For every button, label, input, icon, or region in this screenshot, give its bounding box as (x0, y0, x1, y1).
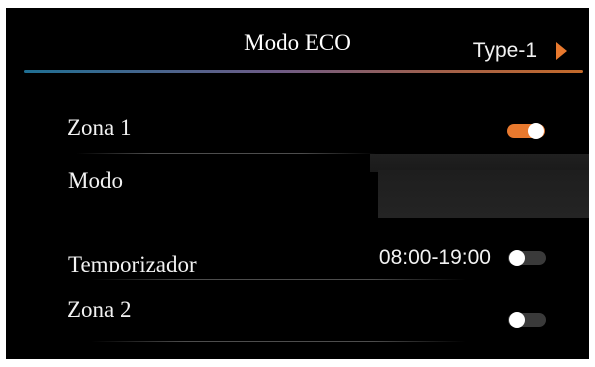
timer-value[interactable]: 08:00-19:00 (379, 245, 491, 271)
temporizador-toggle[interactable] (508, 250, 546, 266)
zona1-label: Zona 1 (67, 115, 132, 140)
mode-value: Type-1 (472, 39, 537, 62)
toggle-knob (509, 312, 525, 328)
zona1-toggle[interactable] (507, 123, 545, 139)
toggle-knob (528, 123, 544, 139)
arrow-right-icon[interactable] (556, 42, 567, 60)
toggle-knob (509, 250, 525, 266)
zona2-toggle[interactable] (508, 312, 546, 328)
modo-label: Modo (68, 168, 123, 193)
row-divider (91, 341, 466, 342)
temporizador-label: Temporizador (68, 252, 197, 272)
title-divider (24, 70, 583, 73)
mode-selector[interactable] (370, 154, 589, 218)
row-divider (91, 279, 466, 280)
zona2-label: Zona 2 (67, 297, 132, 322)
row-divider (76, 153, 376, 154)
mode-selector-body (378, 170, 589, 218)
eco-mode-screen: Modo ECO Zona 1 Modo Type-1 Temporizador… (6, 8, 589, 359)
